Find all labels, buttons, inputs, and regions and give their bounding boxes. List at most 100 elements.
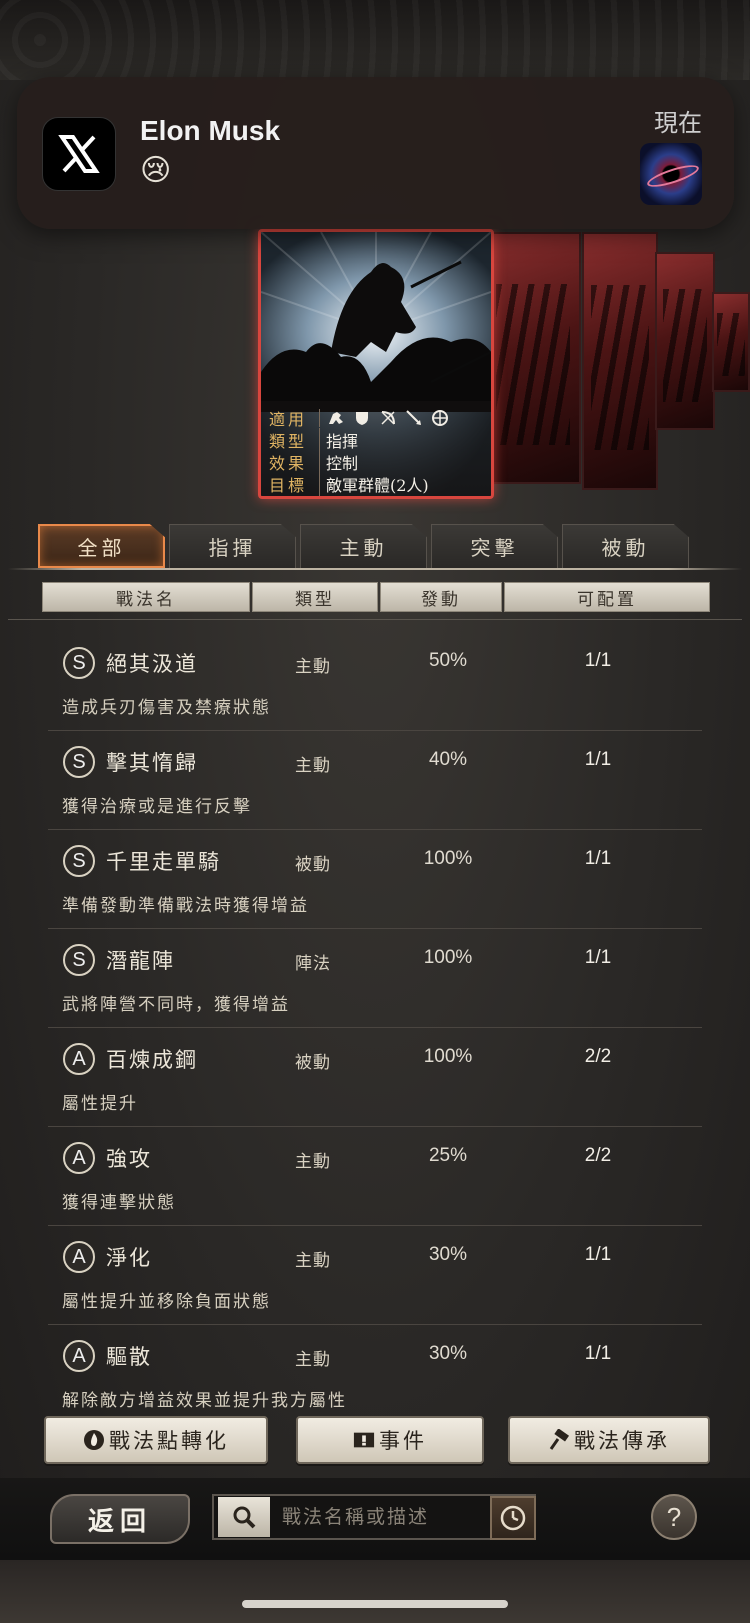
skill-list[interactable]: S 絕其汲道 主動 50% 1/1 造成兵刃傷害及禁療狀態 S 擊其惰歸 主動 … (48, 632, 702, 1412)
skill-slots: 1/1 (584, 947, 612, 968)
skill-slots: 1/1 (584, 749, 612, 770)
grade-badge: A (63, 1142, 95, 1174)
notification-body: 😢 (140, 153, 172, 188)
skill-type: 主動 (295, 756, 331, 776)
alert-ticket-icon (353, 1429, 375, 1451)
card-key-type: 類型 (269, 432, 308, 451)
card-row-target: 目標 敵軍群體(2人) (269, 472, 483, 496)
skill-filter-tabs: 全部 指揮 主動 突擊 被動 (38, 524, 718, 568)
siege-icon (430, 409, 450, 427)
card-info-panel: 適用 類型 指揮 效果 控制 目標 敵軍群體(2人) (261, 401, 491, 496)
skill-inherit-button[interactable]: 戰法傳承 (508, 1416, 710, 1464)
selected-skill-card[interactable]: 適用 類型 指揮 效果 控制 目標 敵軍群體(2人) (258, 229, 494, 499)
skill-type: 被動 (295, 1053, 331, 1073)
skill-card-stack-2[interactable] (582, 232, 658, 490)
notification-title: Elon Musk (140, 115, 281, 146)
skill-rate: 50% (428, 650, 468, 671)
list-item[interactable]: A 強攻 主動 25% 2/2 獲得連擊狀態 (48, 1127, 702, 1226)
column-header-rate[interactable]: 發動 (380, 582, 502, 612)
skill-type: 主動 (295, 1152, 331, 1172)
grade-badge: A (63, 1043, 95, 1075)
column-header-slots[interactable]: 可配置 (504, 582, 710, 612)
help-button[interactable]: ? (651, 1494, 697, 1540)
skill-type: 主動 (295, 657, 331, 677)
skill-name: 百煉成鋼 (106, 1048, 198, 1072)
card-key-applicable: 適用 (269, 410, 308, 429)
skill-description: 解除敵方增益效果並提升我方屬性 (62, 1391, 347, 1411)
grade-badge: S (63, 647, 95, 679)
skill-name: 絕其汲道 (106, 652, 198, 676)
skill-rate: 100% (423, 1046, 473, 1067)
skill-name: 千里走單騎 (106, 850, 221, 874)
card-row-effect: 效果 控制 (269, 450, 483, 474)
notification-time: 現在 (654, 109, 702, 137)
skill-type: 主動 (295, 1251, 331, 1271)
skill-name: 驅散 (106, 1345, 152, 1369)
skill-type: 陣法 (295, 954, 331, 974)
grade-badge: A (63, 1340, 95, 1372)
list-item[interactable]: S 千里走單騎 被動 100% 1/1 準備發動準備戰法時獲得增益 (48, 830, 702, 929)
skill-rate: 30% (428, 1244, 468, 1265)
flame-icon (83, 1429, 105, 1451)
list-item[interactable]: A 百煉成鋼 被動 100% 2/2 屬性提升 (48, 1028, 702, 1127)
tab-active[interactable]: 主動 (300, 524, 427, 568)
skill-slots: 1/1 (584, 848, 612, 869)
skill-name: 潛龍陣 (106, 949, 175, 973)
skill-description: 獲得治療或是進行反擊 (62, 797, 252, 817)
list-item[interactable]: S 擊其惰歸 主動 40% 1/1 獲得治療或是進行反擊 (48, 731, 702, 830)
skill-description: 獲得連擊狀態 (62, 1193, 176, 1213)
column-headers: 戰法名 類型 發動 可配置 (42, 582, 710, 612)
skill-description: 武將陣營不同時，獲得增益 (62, 995, 290, 1015)
search-icon[interactable] (218, 1497, 270, 1537)
back-button[interactable]: 返回 (50, 1494, 190, 1544)
home-indicator[interactable] (242, 1600, 508, 1608)
grade-badge: S (63, 944, 95, 976)
list-item[interactable]: A 淨化 主動 30% 1/1 屬性提升並移除負面狀態 (48, 1226, 702, 1325)
cavalry-icon (326, 409, 346, 427)
skill-rate: 30% (428, 1343, 468, 1364)
skill-slots: 1/1 (584, 1343, 612, 1364)
black-hole-thumbnail (640, 143, 702, 205)
skill-card-stack-4[interactable] (712, 292, 750, 392)
card-row-type: 類型 指揮 (269, 428, 483, 452)
bow-icon (378, 409, 398, 427)
skill-type: 被動 (295, 855, 331, 875)
card-artwork (261, 232, 491, 412)
notification-banner[interactable]: Elon Musk 😢 現在 (17, 77, 734, 229)
history-clock-icon[interactable] (490, 1496, 536, 1540)
tab-all[interactable]: 全部 (38, 524, 165, 568)
tab-assault[interactable]: 突擊 (431, 524, 558, 568)
list-item[interactable]: S 絕其汲道 主動 50% 1/1 造成兵刃傷害及禁療狀態 (48, 632, 702, 731)
skill-slots: 2/2 (584, 1046, 612, 1067)
card-key-target: 目標 (269, 476, 308, 495)
list-item[interactable]: A 驅散 主動 30% 1/1 解除敵方增益效果並提升我方屬性 (48, 1325, 702, 1412)
tab-divider (8, 568, 742, 570)
list-item[interactable]: S 潛龍陣 陣法 100% 1/1 武將陣營不同時，獲得增益 (48, 929, 702, 1028)
tab-passive[interactable]: 被動 (562, 524, 689, 568)
skill-description: 屬性提升 (62, 1094, 138, 1114)
skill-card-stack-3[interactable] (655, 252, 715, 430)
events-button[interactable]: 事件 (296, 1416, 484, 1464)
spear-icon (404, 409, 424, 427)
skill-card-stack-1[interactable] (485, 232, 581, 484)
card-value-target: 敵軍群體(2人) (319, 472, 429, 496)
grade-badge: S (63, 746, 95, 778)
card-row-applicable: 適用 (269, 407, 483, 429)
tab-command[interactable]: 指揮 (169, 524, 296, 568)
card-key-effect: 效果 (269, 454, 308, 473)
skill-slots: 1/1 (584, 1244, 612, 1265)
skill-type: 主動 (295, 1350, 331, 1370)
column-header-type[interactable]: 類型 (252, 582, 378, 612)
column-header-name[interactable]: 戰法名 (42, 582, 250, 612)
skill-slots: 1/1 (584, 650, 612, 671)
skill-description: 造成兵刃傷害及禁療狀態 (62, 698, 271, 718)
skill-rate: 100% (423, 848, 473, 869)
skill-rate: 40% (428, 749, 468, 770)
convert-skill-points-button[interactable]: 戰法點轉化 (44, 1416, 268, 1464)
grade-badge: A (63, 1241, 95, 1273)
events-label: 事件 (379, 1429, 427, 1453)
skill-description: 準備發動準備戰法時獲得增益 (62, 896, 309, 916)
top-decoration (0, 0, 750, 80)
skill-rate: 25% (428, 1145, 468, 1166)
hammer-icon (548, 1429, 570, 1451)
